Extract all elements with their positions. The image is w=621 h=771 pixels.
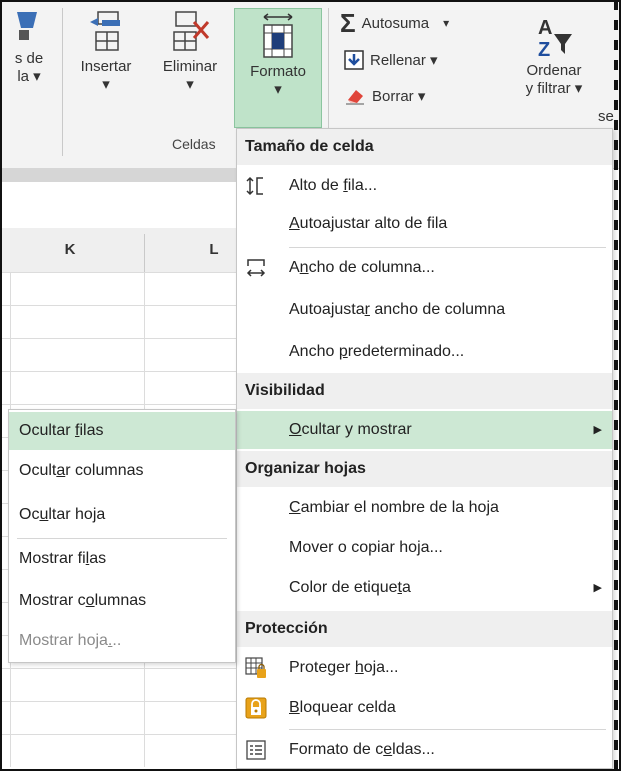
screenshot-frame [0,0,621,771]
